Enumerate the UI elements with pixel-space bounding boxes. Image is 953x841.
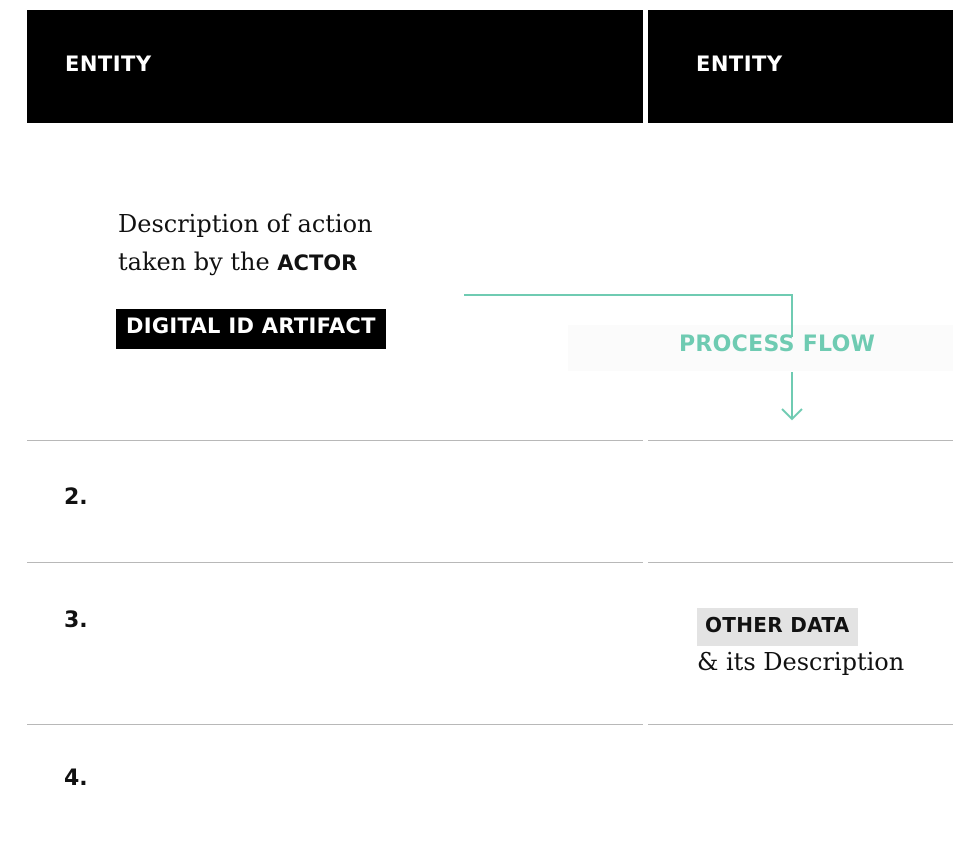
process-flow-label: PROCESS FLOW bbox=[679, 332, 876, 357]
row-divider bbox=[648, 562, 953, 563]
step-number-2: 2. bbox=[64, 485, 88, 510]
entity-header-left: ENTITY bbox=[27, 10, 643, 123]
digital-id-artifact-tag: DIGITAL ID ARTIFACT bbox=[116, 309, 386, 349]
row-divider bbox=[27, 562, 643, 563]
other-data-description: & its Description bbox=[697, 648, 905, 676]
other-data-tag: OTHER DATA bbox=[697, 608, 858, 646]
row-divider bbox=[27, 440, 643, 441]
row-divider bbox=[27, 724, 643, 725]
action-description: Description of action taken by the ACTOR bbox=[118, 205, 373, 282]
action-description-line1: Description of action bbox=[118, 210, 373, 238]
entity-header-right-label: ENTITY bbox=[696, 52, 783, 76]
entity-header-left-label: ENTITY bbox=[65, 52, 152, 76]
action-description-prefix: taken by the bbox=[118, 248, 278, 276]
row-divider bbox=[648, 724, 953, 725]
entity-header-right: ENTITY bbox=[648, 10, 953, 123]
actor-label: ACTOR bbox=[277, 251, 358, 275]
step-number-3: 3. bbox=[64, 608, 88, 633]
process-flow-arrowhead-icon bbox=[781, 408, 803, 421]
step-number-4: 4. bbox=[64, 766, 88, 791]
action-description-line2: taken by the ACTOR bbox=[118, 243, 373, 282]
process-flow-connector bbox=[464, 294, 803, 421]
row-divider bbox=[648, 440, 953, 441]
